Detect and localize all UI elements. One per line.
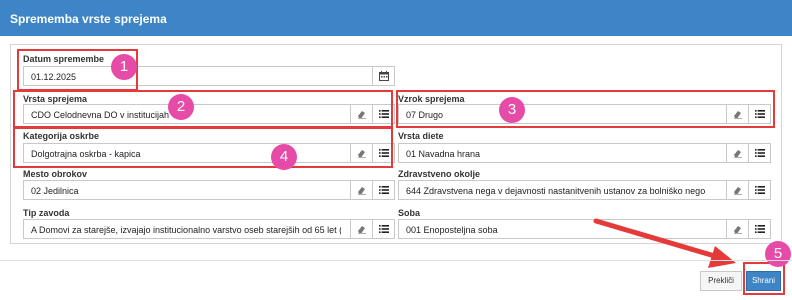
health-setting-value: 644 Zdravstvena nega v dejavnosti nastan… bbox=[406, 186, 706, 196]
badge-4: 4 bbox=[271, 144, 297, 170]
highlight-box-admission-reason bbox=[396, 90, 775, 128]
eraser-icon[interactable] bbox=[726, 181, 748, 199]
badge-3: 3 bbox=[499, 97, 525, 123]
meal-place-field[interactable]: 02 Jedilnica bbox=[23, 180, 395, 200]
room-label: Soba bbox=[398, 208, 421, 218]
diet-type-value: 01 Navadna hrana bbox=[406, 149, 481, 159]
meal-place-value: 02 Jedilnica bbox=[31, 186, 79, 196]
badge-2: 2 bbox=[168, 94, 194, 120]
highlight-box-care-category bbox=[13, 127, 393, 168]
health-setting-field[interactable]: 644 Zdravstvena nega v dejavnosti nastan… bbox=[398, 180, 771, 200]
health-setting-label: Zdravstveno okolje bbox=[398, 169, 481, 179]
arrow-pointer bbox=[593, 218, 736, 268]
calendar-icon[interactable] bbox=[372, 67, 394, 85]
badge-5: 5 bbox=[765, 241, 791, 267]
meal-place-label: Mesto obrokov bbox=[23, 169, 88, 179]
save-button[interactable]: Shrani bbox=[746, 271, 781, 291]
list-icon[interactable] bbox=[748, 220, 770, 238]
list-icon[interactable] bbox=[372, 181, 394, 199]
institution-type-value: A Domovi za starejše, izvajajo instituci… bbox=[31, 225, 341, 235]
eraser-icon[interactable] bbox=[726, 144, 748, 162]
diet-type-label: Vrsta diete bbox=[398, 131, 444, 141]
dialog-title: Sprememba vrste sprejema bbox=[0, 0, 792, 36]
list-icon[interactable] bbox=[372, 220, 394, 238]
list-icon[interactable] bbox=[748, 181, 770, 199]
diet-type-field[interactable]: 01 Navadna hrana bbox=[398, 143, 771, 163]
list-icon[interactable] bbox=[748, 144, 770, 162]
badge-1: 1 bbox=[111, 54, 137, 80]
institution-type-label: Tip zavoda bbox=[23, 208, 70, 218]
footer-divider bbox=[0, 260, 792, 261]
highlight-box-admission-type bbox=[13, 90, 393, 128]
eraser-icon[interactable] bbox=[350, 181, 372, 199]
institution-type-field[interactable]: A Domovi za starejše, izvajajo instituci… bbox=[23, 219, 395, 239]
cancel-button[interactable]: Prekliči bbox=[700, 271, 742, 291]
eraser-icon[interactable] bbox=[350, 220, 372, 238]
